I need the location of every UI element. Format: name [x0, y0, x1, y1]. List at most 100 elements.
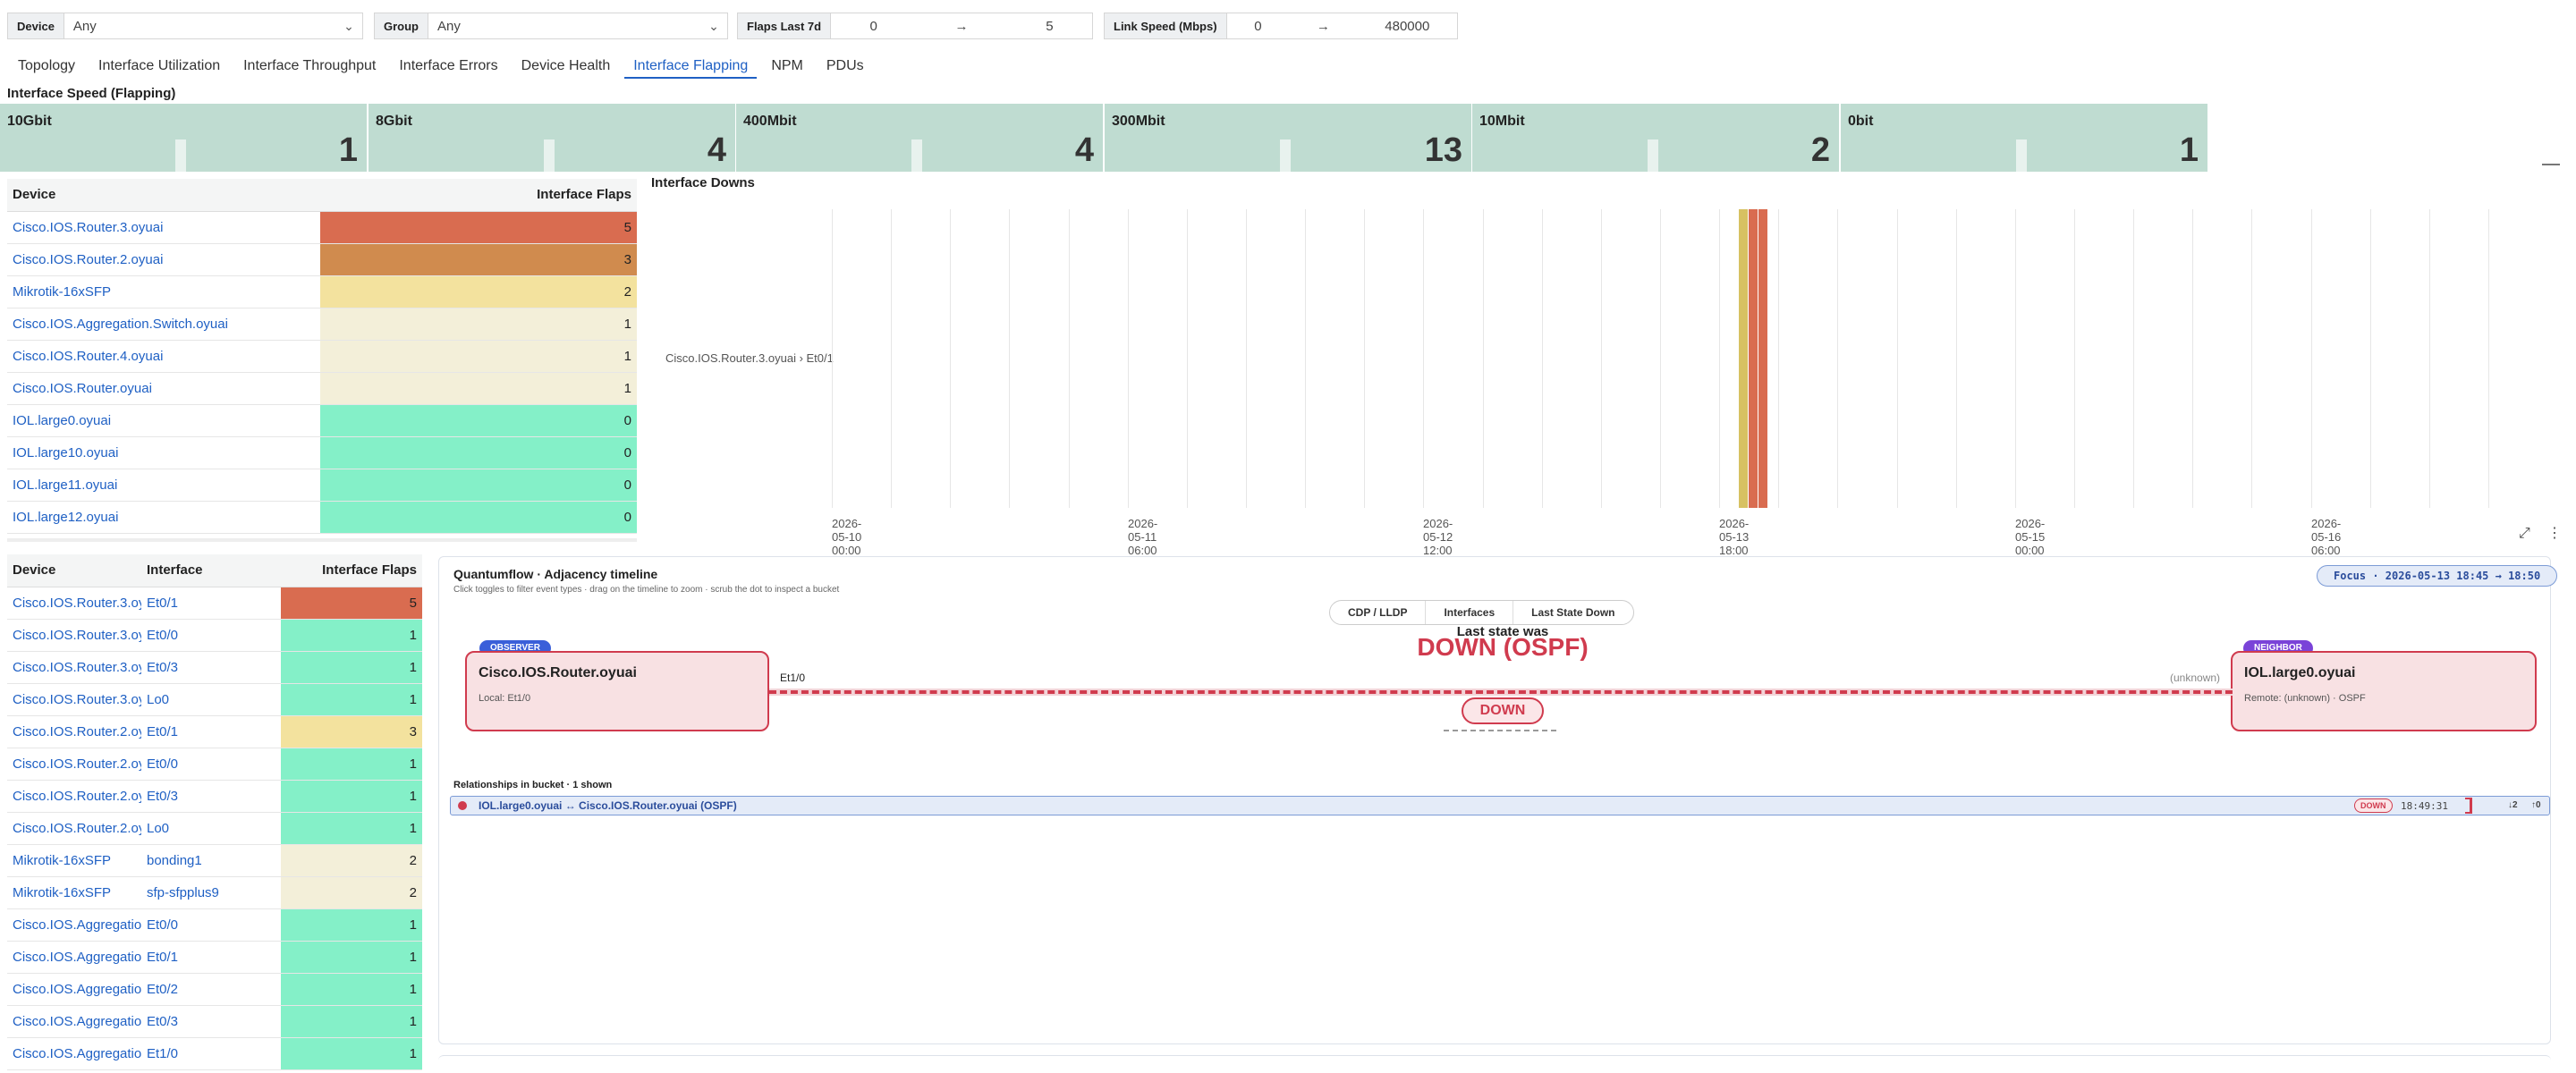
flaps-max-input[interactable]: 5: [1046, 19, 1053, 34]
device-link[interactable]: Cisco.IOS.Aggregation.Switch.oyuai: [7, 908, 141, 942]
table-row[interactable]: Cisco.IOS.Aggregation.Switch.oyuaiEt0/11: [7, 941, 422, 974]
table-row[interactable]: Cisco.IOS.Router.2.oyuai 3: [7, 243, 637, 276]
device-link[interactable]: Mikrotik-16xSFP: [7, 275, 320, 308]
device-link[interactable]: Mikrotik-16xSFP: [7, 876, 141, 909]
table-row[interactable]: IOL.large12.oyuai 0: [7, 501, 637, 534]
focus-badge[interactable]: Focus · 2026-05-13 18:45 → 18:50: [2317, 565, 2558, 587]
table-row[interactable]: Cisco.IOS.Router.2.oyuaiLo01: [7, 812, 422, 845]
table-row[interactable]: Mikrotik-16xSFP 2: [7, 275, 637, 308]
interface-link[interactable]: Et0/0: [141, 748, 281, 781]
speed-tile[interactable]: 300Mbit 13: [1105, 104, 1473, 172]
device-link[interactable]: Cisco.IOS.Router.3.oyuai: [7, 619, 141, 652]
flaps-filter[interactable]: Flaps Last 7d 0 → 5: [737, 13, 1093, 39]
interface-link[interactable]: Et0/3: [141, 780, 281, 813]
device-link[interactable]: Cisco.IOS.Router.2.oyuai: [7, 780, 141, 813]
device-link[interactable]: Cisco.IOS.Router.2.oyuai: [7, 812, 141, 845]
table-row[interactable]: IOL.large10.oyuai 0: [7, 436, 637, 469]
table-row[interactable]: Cisco.IOS.Router.3.oyuai 5: [7, 211, 637, 244]
device-link[interactable]: Cisco.IOS.Router.2.oyuai: [7, 243, 320, 276]
device-link[interactable]: Cisco.IOS.Router.3.oyuai: [7, 587, 141, 620]
table-row[interactable]: Cisco.IOS.Aggregation.Switch.oyuaiEt0/31: [7, 1005, 422, 1038]
group-filter[interactable]: Group Any ⌄: [374, 13, 728, 39]
interface-link[interactable]: Et0/2: [141, 973, 281, 1006]
down-status-pill[interactable]: DOWN: [1462, 697, 1544, 724]
group-filter-value[interactable]: Any: [428, 19, 700, 34]
chart-bar[interactable]: [1758, 209, 1768, 508]
tab-npm[interactable]: NPM: [762, 54, 812, 79]
speed-tile[interactable]: 10Gbit 1: [0, 104, 369, 172]
interface-link[interactable]: sfp-sfpplus9: [141, 876, 281, 909]
table-row[interactable]: Mikrotik-16xSFP bonding1 2: [7, 844, 422, 877]
device-link[interactable]: Mikrotik-16xSFP: [7, 844, 141, 877]
column-header-device[interactable]: Device: [7, 554, 141, 587]
device-link[interactable]: Cisco.IOS.Router.2.oyuai: [7, 748, 141, 781]
table-row[interactable]: Cisco.IOS.Router.2.oyuaiEt0/01: [7, 748, 422, 781]
device-link[interactable]: Cisco.IOS.Aggregation.Switch.oyuai: [7, 973, 141, 1006]
speed-tile[interactable]: 10Mbit 2: [1472, 104, 1841, 172]
interface-link[interactable]: Et0/0: [141, 908, 281, 942]
table-row[interactable]: Cisco.IOS.Aggregation.Switch.oyuaiEt0/01: [7, 908, 422, 942]
device-link[interactable]: IOL.large0.oyuai: [7, 404, 320, 437]
table-row[interactable]: Cisco.IOS.Router.3.oyuaiEt0/15: [7, 587, 422, 620]
table-row[interactable]: Cisco.IOS.Router.3.oyuaiEt0/31: [7, 651, 422, 684]
device-link[interactable]: Cisco.IOS.Router.2.oyuai: [7, 715, 141, 748]
scrub-track[interactable]: [1444, 730, 1556, 731]
interface-link[interactable]: Lo0: [141, 683, 281, 716]
device-link[interactable]: Cisco.IOS.Aggregation.Switch.oyuai: [7, 308, 320, 341]
toggle-cdp-lldp[interactable]: CDP / LLDP: [1330, 601, 1427, 624]
toggle-last-state-down[interactable]: Last State Down: [1513, 601, 1632, 624]
tab-pdus[interactable]: PDUs: [818, 54, 873, 79]
column-header-interface[interactable]: Interface: [141, 554, 281, 587]
more-options-icon[interactable]: ⋮: [2547, 524, 2562, 542]
device-link[interactable]: IOL.large12.oyuai: [7, 501, 320, 534]
interface-link[interactable]: Et0/1: [141, 941, 281, 974]
table-row[interactable]: Cisco.IOS.Aggregation.Switch.oyuaiEt0/21: [7, 973, 422, 1006]
device-link[interactable]: IOL.large11.oyuai: [7, 469, 320, 502]
device-link[interactable]: Cisco.IOS.Router.3.oyuai: [7, 211, 320, 244]
expand-icon[interactable]: ⤢: [2519, 526, 2530, 542]
observer-node[interactable]: [465, 651, 769, 731]
device-link[interactable]: Cisco.IOS.Aggregation.Switch.oyuai: [7, 1005, 141, 1038]
speed-tile[interactable]: 0bit 1: [1841, 104, 2209, 172]
chevron-down-icon[interactable]: ⌄: [335, 19, 362, 34]
chart-bar[interactable]: [1739, 209, 1749, 508]
flaps-min-input[interactable]: 0: [869, 19, 877, 34]
column-header-device[interactable]: Device: [7, 179, 320, 212]
table-scrollbar[interactable]: [7, 538, 637, 542]
tab-interface-utilization[interactable]: Interface Utilization: [89, 54, 229, 79]
device-link[interactable]: IOL.large10.oyuai: [7, 436, 320, 469]
adjacency-link[interactable]: [769, 690, 2233, 694]
device-filter[interactable]: Device Any ⌄: [7, 13, 363, 39]
table-row[interactable]: Cisco.IOS.Router.3.oyuaiEt0/01: [7, 619, 422, 652]
tab-interface-flapping[interactable]: Interface Flapping: [624, 54, 758, 79]
device-link[interactable]: Cisco.IOS.Router.oyuai: [7, 372, 320, 405]
device-link[interactable]: Cisco.IOS.Router.3.oyuai: [7, 651, 141, 684]
minimize-icon[interactable]: [2542, 164, 2560, 165]
tab-topology[interactable]: Topology: [9, 54, 84, 79]
device-filter-value[interactable]: Any: [64, 19, 335, 34]
table-row[interactable]: Cisco.IOS.Router.2.oyuaiEt0/31: [7, 780, 422, 813]
table-row[interactable]: Cisco.IOS.Router.oyuai 1: [7, 372, 637, 405]
table-row[interactable]: IOL.large0.oyuai 0: [7, 404, 637, 437]
chevron-down-icon[interactable]: ⌄: [700, 19, 727, 34]
device-link[interactable]: Cisco.IOS.Router.4.oyuai: [7, 340, 320, 373]
device-link[interactable]: Cisco.IOS.Aggregation.Switch.oyuai: [7, 941, 141, 974]
device-link[interactable]: Cisco.IOS.Aggregation.Switch.oyuai: [7, 1037, 141, 1070]
table-row[interactable]: Cisco.IOS.Aggregation.Switch.oyuaiEt1/01: [7, 1037, 422, 1070]
device-link[interactable]: Cisco.IOS.Router.3.oyuai: [7, 683, 141, 716]
interface-link[interactable]: Et0/0: [141, 619, 281, 652]
table-row[interactable]: Cisco.IOS.Router.3.oyuaiLo01: [7, 683, 422, 716]
tab-device-health[interactable]: Device Health: [513, 54, 620, 79]
interface-link[interactable]: Lo0: [141, 812, 281, 845]
table-row[interactable]: IOL.large11.oyuai 0: [7, 469, 637, 502]
table-row[interactable]: Cisco.IOS.Router.4.oyuai 1: [7, 340, 637, 373]
column-header-flaps[interactable]: Interface Flaps: [320, 179, 637, 212]
interface-link[interactable]: Et0/1: [141, 587, 281, 620]
toggle-interfaces[interactable]: Interfaces: [1426, 601, 1514, 624]
interface-link[interactable]: bonding1: [141, 844, 281, 877]
speed-tile[interactable]: 8Gbit 4: [369, 104, 737, 172]
interface-link[interactable]: Et0/3: [141, 1005, 281, 1038]
linkspeed-min-input[interactable]: 0: [1254, 19, 1261, 34]
column-header-flaps[interactable]: Interface Flaps: [281, 554, 422, 587]
table-row[interactable]: Cisco.IOS.Aggregation.Switch.oyuai 1: [7, 308, 637, 341]
